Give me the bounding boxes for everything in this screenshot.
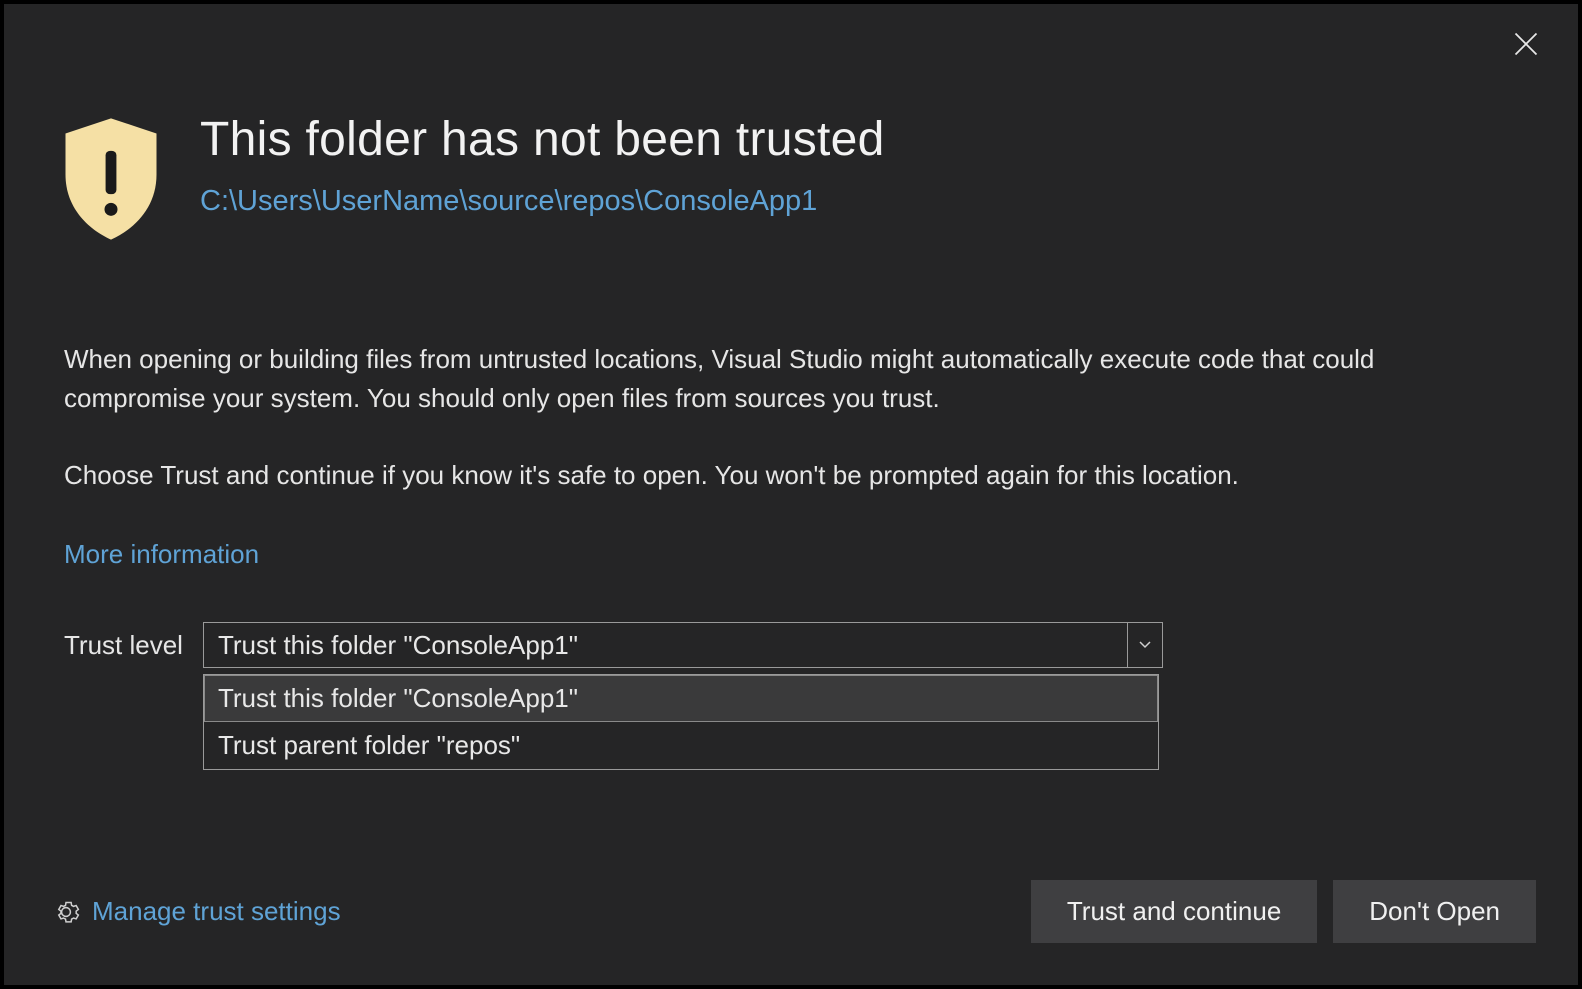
trust-level-selectbox[interactable]: Trust this folder "ConsoleApp1": [203, 622, 1163, 668]
trust-level-dropdown: Trust this folder "ConsoleApp1" Trust pa…: [203, 674, 1159, 770]
trust-level-label: Trust level: [64, 622, 183, 661]
dialog-header: This folder has not been trusted C:\User…: [4, 4, 1578, 244]
manage-trust-settings-link[interactable]: Manage trust settings: [52, 896, 341, 927]
trust-and-continue-button[interactable]: Trust and continue: [1031, 880, 1317, 943]
dialog-body: When opening or building files from untr…: [4, 244, 1474, 622]
trust-level-select[interactable]: Trust this folder "ConsoleApp1" Trust th…: [203, 622, 1163, 668]
body-paragraph-2: Choose Trust and continue if you know it…: [64, 456, 1414, 495]
trust-level-caret[interactable]: [1128, 623, 1162, 667]
gear-icon: [52, 898, 80, 926]
dont-open-button[interactable]: Don't Open: [1333, 880, 1536, 943]
body-paragraph-1: When opening or building files from untr…: [64, 340, 1414, 418]
shield-warning-icon: [56, 114, 166, 244]
trust-dialog: This folder has not been trusted C:\User…: [4, 4, 1578, 985]
dialog-title: This folder has not been trusted: [200, 114, 885, 167]
trust-level-row: Trust level Trust this folder "ConsoleAp…: [4, 622, 1578, 668]
folder-path: C:\Users\UserName\source\repos\ConsoleAp…: [200, 185, 885, 218]
chevron-down-icon: [1139, 641, 1151, 649]
more-information-link[interactable]: More information: [64, 535, 259, 574]
trust-level-option[interactable]: Trust parent folder "repos": [204, 722, 1158, 769]
dialog-actions: Trust and continue Don't Open: [1031, 880, 1536, 943]
close-button[interactable]: [1504, 22, 1548, 66]
header-text: This folder has not been trusted C:\User…: [200, 114, 885, 218]
manage-trust-settings-label: Manage trust settings: [92, 896, 341, 927]
close-icon: [1512, 30, 1540, 58]
dialog-footer: Manage trust settings Trust and continue…: [4, 880, 1578, 943]
trust-level-selected-value: Trust this folder "ConsoleApp1": [204, 623, 1128, 667]
trust-level-option[interactable]: Trust this folder "ConsoleApp1": [204, 675, 1158, 722]
